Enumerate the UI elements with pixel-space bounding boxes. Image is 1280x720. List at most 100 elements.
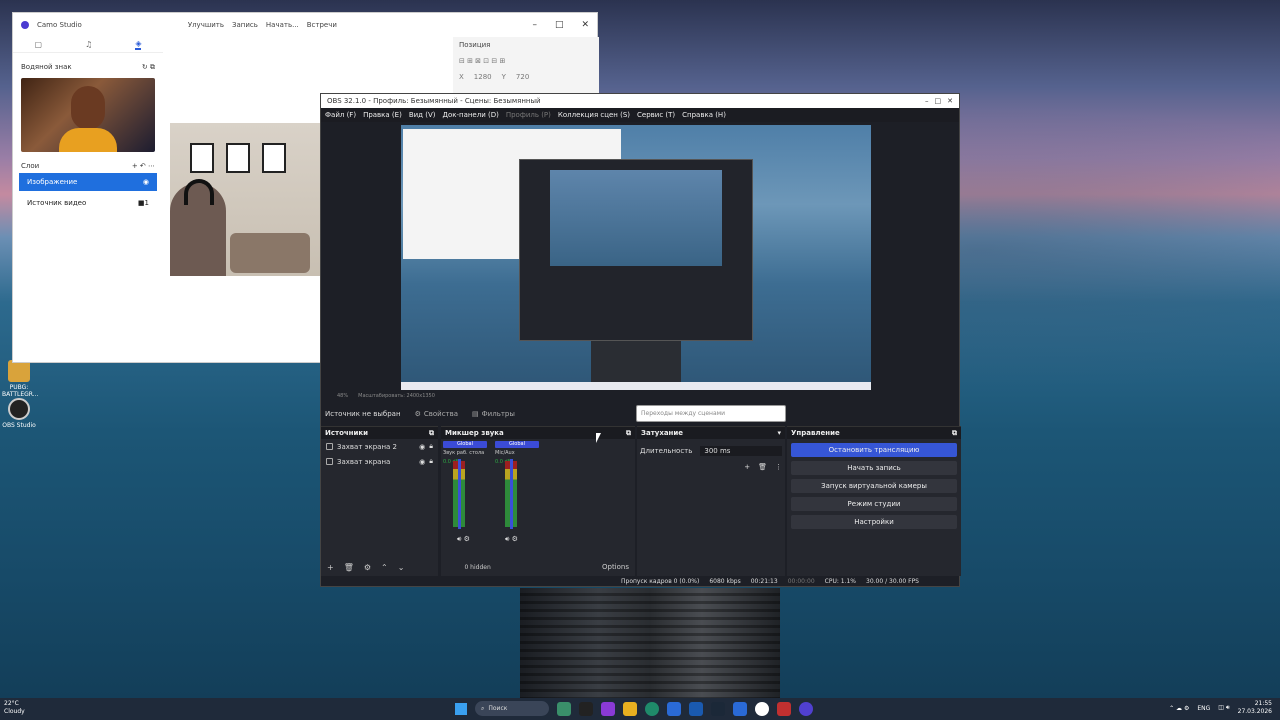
desktop-icon-pubg[interactable]: PUBG: BATTLEGR... [2,360,38,398]
camo-logo-icon [21,21,29,29]
position-label: Позиция [459,41,491,49]
y-field[interactable]: 720 [516,73,529,81]
tray-icons[interactable]: ⌃ ☁ ⚙ [1169,705,1189,712]
eye-icon[interactable]: ◉ [143,178,149,186]
app-icon[interactable] [777,701,791,716]
maximize-icon[interactable]: □ [935,97,942,105]
layer-image[interactable]: Изображение ◉ [19,173,157,191]
start-button[interactable] [455,702,467,715]
lock-icon[interactable]: 🔒︎ [429,442,433,451]
obs-window: OBS 32.1.0 - Профиль: Безымянный - Сцены… [320,93,961,587]
remove-source-icon[interactable]: 🗑︎ [344,563,354,572]
steam-icon[interactable] [711,701,725,716]
source-checkbox[interactable] [326,458,333,465]
camera-preview [170,123,322,276]
minimize-icon[interactable]: – [532,20,537,30]
app-icon[interactable] [601,701,615,716]
edge-icon[interactable] [645,701,659,716]
obs-preview[interactable] [401,125,871,390]
close-icon[interactable]: ✕ [581,20,589,30]
move-down-icon[interactable]: ⌄ [398,563,405,572]
trash-icon[interactable]: 🗑︎ [758,463,767,471]
volume-meter[interactable] [505,459,517,529]
eye-icon[interactable]: ◉ [419,443,425,451]
menu-file[interactable]: Файл (F) [325,111,356,119]
properties-button[interactable]: ⚙ Свойства [415,410,458,418]
volume-meter[interactable] [453,459,465,529]
camo-tool-enhance[interactable]: Улучшить [188,21,224,29]
add-source-icon[interactable]: + [327,563,334,572]
chevron-down-icon[interactable]: ▾ [777,429,781,437]
menu-profile[interactable]: Профиль (P) [506,111,551,119]
menu-scene-collection[interactable]: Коллекция сцен (S) [558,111,630,119]
audio-tab-icon[interactable]: ♫ [85,40,92,49]
source-item[interactable]: Захват экрана 2 ◉ 🔒︎ [321,439,438,454]
source-settings-icon[interactable]: ⚙ [364,563,371,572]
hidden-count: 0 hidden [464,563,491,571]
menu-edit[interactable]: Правка (E) [363,111,402,119]
undock-icon[interactable]: ⧉ [429,429,434,438]
obs-title: OBS 32.1.0 - Профиль: Безымянный - Сцены… [327,97,541,105]
menu-view[interactable]: Вид (V) [409,111,436,119]
menu-help[interactable]: Справка (H) [682,111,726,119]
align-icons[interactable]: ⊟ ⊞ ⊠ ⊡ ⊟ ⊞ [459,57,593,65]
camo-tool-meetings[interactable]: Встречи [307,21,337,29]
camo-tool-start[interactable]: Начать... [266,21,299,29]
layers-label: Слои [21,162,40,170]
weather-widget[interactable]: 22°C Cloudy [4,700,25,716]
camera-tab-icon[interactable]: ▢ [35,40,43,49]
add-icon[interactable]: + [744,463,750,471]
clock[interactable]: 21:55 27.03.2026 [1238,700,1272,716]
source-item[interactable]: Захват экрана ◉ 🔒︎ [321,454,438,469]
wallpaper-pier [520,588,780,700]
windows-taskbar: 22°C Cloudy ⌕ Поиск ⌃ ☁ ⚙ ENG ◫ 🔊︎ 21:55 … [0,698,1280,720]
network-icon[interactable]: ◫ 🔊︎ [1218,704,1229,712]
lock-icon[interactable]: 🔒︎ [429,457,433,466]
mixer-options-button[interactable]: Options [602,563,629,571]
watermark-actions-icon[interactable]: ↻ ⧉ [142,63,155,72]
language-indicator[interactable]: ENG [1197,705,1210,712]
taskbar-search[interactable]: ⌕ Поиск [475,701,549,716]
close-icon[interactable]: ✕ [947,97,953,105]
watermark-thumbnail[interactable] [21,78,155,152]
minimize-icon[interactable]: – [925,97,929,105]
undock-icon[interactable]: ⧉ [626,429,631,438]
duration-field[interactable]: 300 ms [700,446,782,456]
studio-mode-button[interactable]: Режим студии [791,497,957,511]
camo-tool-record[interactable]: Запись [232,21,258,29]
transition-select[interactable]: Затухание [641,429,683,437]
maximize-icon[interactable]: □ [555,20,564,30]
nested-taskbar [401,382,871,390]
mute-icon[interactable]: 🔊︎ ⚙ [505,535,518,544]
layer-video-source[interactable]: Источник видео ■1 [19,194,157,212]
layers-actions-icon[interactable]: + ↶ ⋯ [132,162,155,170]
mute-icon[interactable]: 🔊︎ ⚙ [457,535,470,544]
folder-icon[interactable] [623,701,637,716]
outlook-icon[interactable] [689,701,703,716]
more-icon[interactable]: ⋮ [775,463,782,471]
stop-stream-button[interactable]: Остановить трансляцию [791,443,957,457]
start-recording-button[interactable]: Начать запись [791,461,957,475]
settings-button[interactable]: Настройки [791,515,957,529]
filters-button[interactable]: ▤ Фильтры [472,410,515,418]
undock-icon[interactable]: ⧉ [952,429,957,438]
menu-docks[interactable]: Док-панели (D) [442,111,498,119]
move-up-icon[interactable]: ⌃ [381,563,388,572]
app-icon[interactable] [733,701,747,716]
app-icon[interactable] [557,701,571,716]
start-virtual-camera-button[interactable]: Запуск виртуальной камеры [791,479,957,493]
camo-tabs: ▢ ♫ ◈ [13,37,163,53]
sources-dock: Источники ⧉ Захват экрана 2 ◉ 🔒︎ Захват экр… [321,426,438,576]
desktop-icon-obs[interactable]: OBS Studio [2,398,36,429]
app-icon[interactable] [579,701,593,716]
chrome-icon[interactable] [755,701,769,716]
menu-tools[interactable]: Сервис (T) [637,111,675,119]
camo-titlebar: Camo Studio Улучшить Запись Начать... Вс… [13,13,597,37]
overlay-tab-icon[interactable]: ◈ [135,39,142,50]
app-icon[interactable] [667,701,681,716]
x-field[interactable]: 1280 [474,73,492,81]
eye-icon[interactable]: ◉ [419,458,425,466]
camo-icon[interactable] [799,701,813,716]
source-checkbox[interactable] [326,443,333,450]
nested-obs-window [519,159,753,341]
